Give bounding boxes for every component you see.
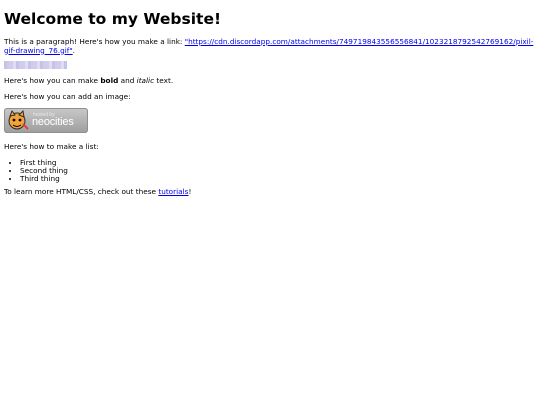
intro-paragraph: This is a paragraph! Here's how you make… (4, 37, 536, 55)
italic-mid: and (118, 76, 137, 86)
learn-paragraph: To learn more HTML/CSS, check out these … (4, 186, 536, 197)
italic-end: text. (154, 76, 174, 86)
page-title: Welcome to my Website! (4, 10, 222, 28)
italic-word: italic (136, 76, 155, 86)
image-paragraph: Here's how you can add an image: (4, 91, 131, 101)
gif-preview-strip (4, 61, 67, 70)
list-item: Second thing (20, 166, 536, 175)
bold-word: bold (100, 76, 119, 86)
tutorials-link[interactable]: tutorials (158, 187, 188, 196)
cat-icon (8, 110, 29, 131)
learn-end: ! (188, 186, 192, 196)
badge-big-text: neocities (32, 116, 74, 129)
learn-prefix: To learn more HTML/CSS, check out these (4, 186, 159, 196)
list-intro: Here's how to make a list: (4, 142, 99, 152)
formatting-paragraph: Here's how you can make bold and italic … (4, 76, 536, 86)
page: Welcome to my Website! This is a paragra… (0, 0, 540, 197)
intro-end: . (72, 45, 75, 55)
neocities-badge[interactable]: hosted by neocities (4, 108, 88, 134)
list-item: Third thing (20, 174, 536, 183)
list-item: First thing (20, 158, 536, 167)
bold-prefix: Here's how you can make (4, 76, 101, 86)
example-list: First thing Second thing Third thing (4, 158, 536, 183)
